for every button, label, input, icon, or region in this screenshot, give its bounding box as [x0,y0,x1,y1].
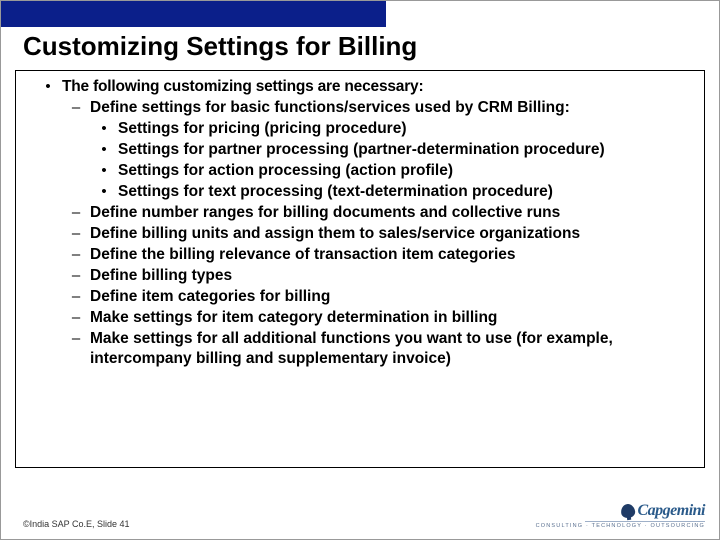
logo-main: Capgemini [621,502,705,520]
item-text: Define settings for basic functions/serv… [90,98,570,118]
list-subitem: • Settings for action processing (action… [90,161,694,181]
list-item: – Define billing units and assign them t… [62,224,694,244]
bullet-dash: – [62,329,90,349]
list-subitem: • Settings for partner processing (partn… [90,140,694,160]
bullet-dash: – [62,98,90,118]
subitem-text: Settings for text processing (text-deter… [118,182,553,202]
subitem-text: Settings for action processing (action p… [118,161,453,181]
list-item: – Define item categories for billing [62,287,694,307]
subitem-text: Settings for partner processing (partner… [118,140,605,160]
top-accent-bar [1,1,386,27]
lead-row: • The following customizing settings are… [34,77,694,97]
list-subitem: • Settings for pricing (pricing procedur… [90,119,694,139]
item-text: Define billing types [90,266,232,286]
subitem-text: Settings for pricing (pricing procedure) [118,119,407,139]
bullet-dash: – [62,245,90,265]
list-item: – Define the billing relevance of transa… [62,245,694,265]
item-text: Make settings for all additional functio… [90,329,694,369]
list-item: – Make settings for item category determ… [62,308,694,328]
item-text: Define the billing relevance of transact… [90,245,516,265]
list-item: – Define number ranges for billing docum… [62,203,694,223]
item-text: Make settings for item category determin… [90,308,497,328]
copyright-text: ©India SAP Co.E, Slide 41 [23,519,130,529]
bullet-dash: – [62,308,90,328]
item-text: Define number ranges for billing documen… [90,203,560,223]
bullet-dot: • [90,140,118,160]
list-item: – Make settings for all additional funct… [62,329,694,369]
list-item: – Define billing types [62,266,694,286]
slide: Customizing Settings for Billing • The f… [0,0,720,540]
bullet-dot: • [90,182,118,202]
item-text: Define item categories for billing [90,287,330,307]
bullet-dash: – [62,203,90,223]
slide-title: Customizing Settings for Billing [23,31,719,62]
lead-text: The following customizing settings are n… [62,77,423,97]
list-item: – Define settings for basic functions/se… [62,98,694,118]
logo-divider [585,521,705,522]
bullet-dash: – [62,224,90,244]
logo-name: Capgemini [637,502,705,520]
footer: ©India SAP Co.E, Slide 41 Capgemini CONS… [23,502,705,529]
content-box: • The following customizing settings are… [15,70,705,468]
list-subitem: • Settings for text processing (text-det… [90,182,694,202]
spade-icon [621,503,637,519]
bullet-dash: – [62,287,90,307]
bullet-dash: – [62,266,90,286]
logo-tagline: CONSULTING · TECHNOLOGY · OUTSOURCING [536,523,705,529]
bullet-dot: • [34,77,62,97]
item-text: Define billing units and assign them to … [90,224,580,244]
logo: Capgemini CONSULTING · TECHNOLOGY · OUTS… [536,502,705,529]
bullet-dot: • [90,119,118,139]
bullet-dot: • [90,161,118,181]
